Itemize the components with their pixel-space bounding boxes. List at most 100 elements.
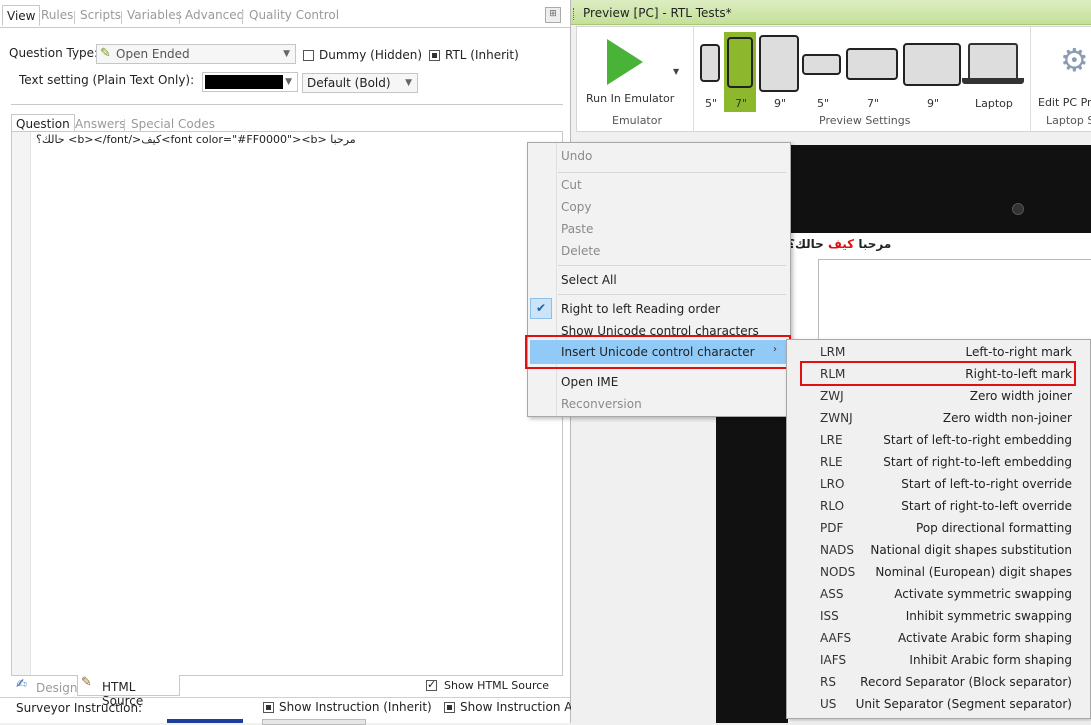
show-instruction-all-label: Show Instruction Al [460, 700, 576, 714]
menu-item-select-all[interactable]: Select All [528, 269, 790, 291]
submenu-item-rle[interactable]: RLE Start of right-to-left embedding [787, 452, 1090, 474]
submenu-item-iss[interactable]: ISS Inhibit symmetric swapping [787, 606, 1090, 628]
phone-7-device-icon[interactable] [727, 37, 753, 88]
preview-text-main: مرحبا [858, 237, 892, 251]
submenu-item-code: RLE [820, 455, 843, 469]
question-type-select[interactable]: ✎ Open Ended ▼ [96, 44, 296, 64]
submenu-item-name: Start of right-to-left embedding [883, 455, 1072, 469]
submenu-item-name: Activate symmetric swapping [894, 587, 1072, 601]
dummy-checkbox[interactable] [303, 50, 314, 61]
tab-design[interactable]: Design [36, 681, 77, 695]
menu-item-paste[interactable]: Paste [528, 218, 790, 240]
menu-item-delete[interactable]: Delete [528, 240, 790, 262]
tab-variables[interactable]: Variables [127, 8, 182, 22]
menu-item-reconversion[interactable]: Reconversion [528, 393, 790, 415]
submenu-item-iafs[interactable]: IAFS Inhibit Arabic form shaping [787, 650, 1090, 672]
checkmark-icon: ✔ [530, 298, 552, 319]
editor-scrollbar[interactable] [12, 132, 31, 675]
rtl-checkbox[interactable] [429, 50, 440, 61]
instruction-style-select[interactable] [262, 719, 366, 725]
preview-text-red: كيف [827, 237, 855, 251]
tablet-9-landscape-icon[interactable] [903, 43, 961, 86]
submenu-item-rs[interactable]: RS Record Separator (Block separator) [787, 672, 1090, 694]
menu-item-open-ime[interactable]: Open IME [528, 371, 790, 393]
submenu-item-code: RLO [820, 499, 845, 513]
tab-view[interactable]: View [2, 5, 41, 26]
submenu-item-rlo[interactable]: RLO Start of right-to-left override [787, 496, 1090, 518]
tab-answers[interactable]: Answers [75, 117, 125, 131]
submenu-item-name: Unit Separator (Segment separator) [855, 697, 1072, 711]
laptop-base-icon [962, 78, 1024, 84]
menu-item-open-ime-label: Open IME [561, 375, 619, 389]
menu-item-cut-label: Cut [561, 178, 582, 192]
grip-icon[interactable] [573, 8, 577, 20]
tab-special-codes[interactable]: Special Codes [131, 117, 215, 131]
show-instruction-inherit-checkbox[interactable] [263, 702, 274, 713]
html-source-editor[interactable]: مرحبا <font color="#FF0000"><b>كيف</b></… [11, 131, 563, 676]
menu-item-copy-label: Copy [561, 200, 592, 214]
menu-item-cut[interactable]: Cut [528, 174, 790, 196]
menu-item-copy[interactable]: Copy [528, 196, 790, 218]
submenu-item-ass[interactable]: ASS Activate symmetric swapping [787, 584, 1090, 606]
gear-icon[interactable]: ⚙ [1060, 41, 1089, 79]
chevron-down-icon: ▼ [405, 78, 412, 88]
play-icon[interactable] [607, 39, 643, 85]
tab-html-source[interactable]: ✎ HTML Source [77, 675, 180, 708]
submenu-item-pdf[interactable]: PDF Pop directional formatting [787, 518, 1090, 540]
menu-item-rtl-reading-order[interactable]: ✔ Right to left Reading order [528, 298, 790, 320]
dummy-label: Dummy (Hidden) [319, 48, 423, 62]
laptop-settings-group-label: Laptop S [1046, 114, 1091, 127]
question-type-value: Open Ended [116, 47, 190, 61]
submenu-item-code: LRE [820, 433, 843, 447]
preview-text-end: حالك؟ [788, 237, 824, 251]
tablet-9-device-icon[interactable] [759, 35, 799, 92]
device-label-7-landscape: 7" [867, 97, 880, 110]
submenu-item-code: LRO [820, 477, 845, 491]
show-html-source-checkbox[interactable] [426, 678, 437, 691]
submenu-item-zwj[interactable]: ZWJ Zero width joiner [787, 386, 1090, 408]
divider [0, 697, 570, 698]
submenu-item-nads[interactable]: NADS National digit shapes substitution [787, 540, 1090, 562]
laptop-icon[interactable] [968, 43, 1018, 78]
submenu-item-name: Start of left-to-right override [901, 477, 1072, 491]
chevron-down-icon: ▼ [285, 77, 292, 87]
tab-rules[interactable]: Rules [41, 8, 73, 22]
menu-item-reconversion-label: Reconversion [561, 397, 642, 411]
menu-item-select-all-label: Select All [561, 273, 617, 287]
emulator-group-label: Emulator [612, 114, 662, 127]
tab-divider [74, 11, 75, 24]
preview-title: Preview [PC] - RTL Tests* [583, 6, 732, 20]
submenu-item-code: RS [820, 675, 836, 689]
editor-text: مرحبا <font color="#FF0000"><b>كيف</b></… [36, 133, 536, 146]
submenu-item-code: NODS [820, 565, 856, 579]
design-icon: ✍ [16, 677, 27, 692]
instruction-color-swatch[interactable] [167, 719, 243, 723]
menu-item-undo[interactable]: Undo [528, 145, 790, 167]
phone-5-device-icon[interactable] [700, 44, 720, 82]
submenu-item-lro[interactable]: LRO Start of left-to-right override [787, 474, 1090, 496]
phone-5-landscape-icon[interactable] [802, 54, 841, 75]
submenu-item-name: Start of right-to-left override [901, 499, 1072, 513]
pin-icon[interactable]: ⊞ [545, 7, 561, 23]
submenu-item-name: National digit shapes substitution [870, 543, 1072, 557]
submenu-item-name: Inhibit symmetric swapping [905, 609, 1072, 623]
submenu-item-aafs[interactable]: AAFS Activate Arabic form shaping [787, 628, 1090, 650]
submenu-item-name: Pop directional formatting [916, 521, 1072, 535]
submenu-item-us[interactable]: US Unit Separator (Segment separator) [787, 694, 1090, 716]
show-instruction-all-checkbox[interactable] [444, 702, 455, 713]
text-color-picker[interactable]: ▼ [202, 72, 298, 92]
submenu-item-lre[interactable]: LRE Start of left-to-right embedding [787, 430, 1090, 452]
tab-quality-control[interactable]: Quality Control [249, 8, 339, 22]
run-emulator-button[interactable]: Run In Emulator [586, 92, 674, 105]
menu-item-undo-label: Undo [561, 149, 593, 163]
dropdown-arrow-icon[interactable]: ▼ [673, 67, 679, 76]
edit-pc-profile-button[interactable]: Edit PC Pro [1038, 96, 1091, 109]
unicode-submenu: LRM Left-to-right mark RLM Right-to-left ma… [786, 339, 1091, 719]
tab-advanced[interactable]: Advanced [185, 8, 244, 22]
tab-scripts[interactable]: Scripts [80, 8, 121, 22]
submenu-item-nods[interactable]: NODS Nominal (European) digit shapes [787, 562, 1090, 584]
submenu-item-zwnj[interactable]: ZWNJ Zero width non-joiner [787, 408, 1090, 430]
tablet-7-landscape-icon[interactable] [846, 48, 898, 80]
font-style-select[interactable]: Default (Bold) ▼ [302, 73, 418, 93]
ribbon-separator [1030, 27, 1031, 131]
